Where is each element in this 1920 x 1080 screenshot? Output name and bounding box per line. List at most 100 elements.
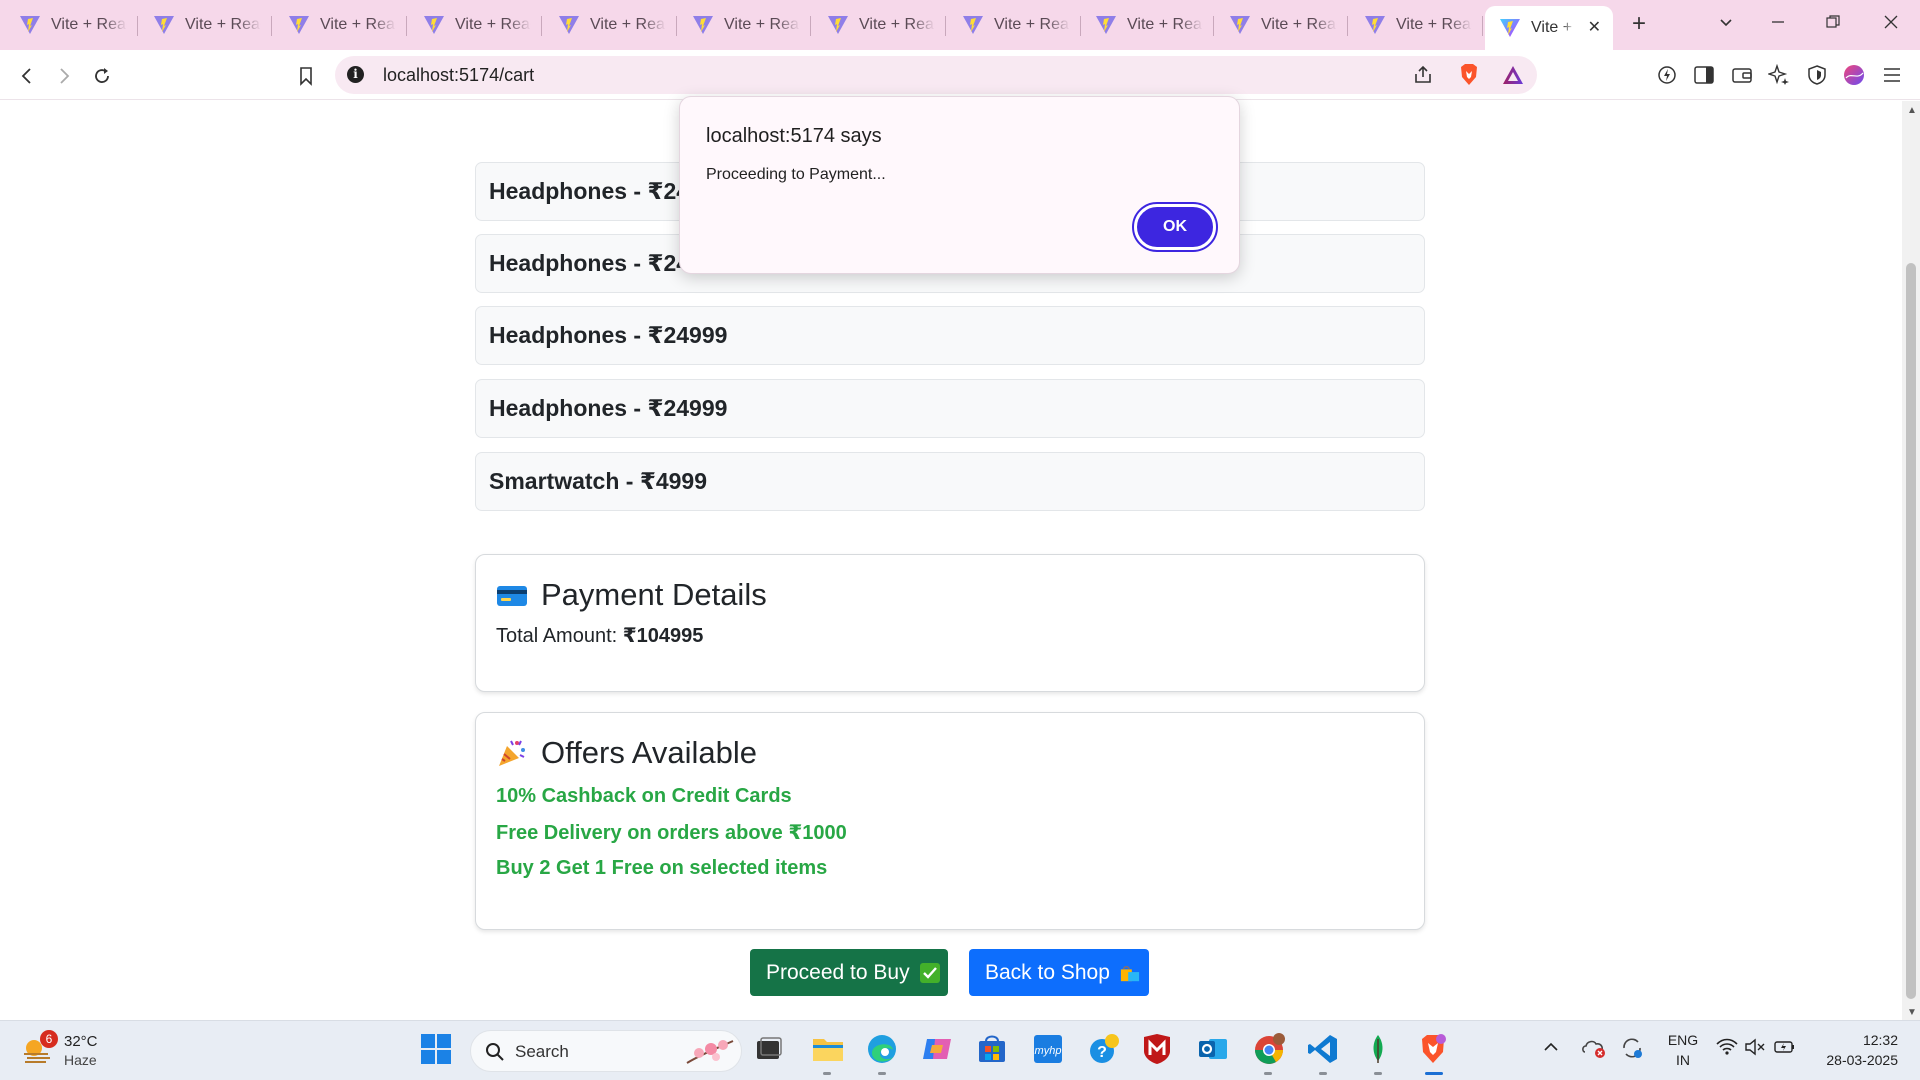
tab[interactable]: Vite + React — [1215, 6, 1348, 44]
ai-sparkle-icon[interactable] — [1767, 63, 1791, 87]
dialog-ok-button[interactable]: OK — [1132, 202, 1218, 252]
input-language-indicator[interactable]: ENG IN — [1666, 1030, 1700, 1070]
tab-separator — [810, 16, 811, 36]
close-tab-icon[interactable]: ✕ — [1588, 17, 1601, 37]
tab[interactable]: Vite + React — [139, 6, 272, 44]
edge-browser-icon[interactable] — [866, 1033, 900, 1075]
scroll-up-arrow-icon[interactable]: ▲ — [1907, 105, 1917, 116]
chrome-icon[interactable] — [1252, 1033, 1286, 1075]
tab[interactable]: Vite + React — [5, 6, 138, 44]
tab-separator — [1213, 16, 1214, 36]
weather-condition: Haze — [64, 1052, 97, 1068]
help-app-icon[interactable]: ? — [1088, 1033, 1122, 1067]
forward-arrow-icon[interactable] — [50, 62, 78, 90]
address-bar[interactable]: i localhost:5174/cart — [335, 56, 1537, 94]
tab[interactable]: Vite + React — [1350, 6, 1483, 44]
mongodb-compass-icon[interactable] — [1362, 1033, 1396, 1075]
main-menu-icon[interactable] — [1880, 63, 1904, 87]
weather-notification-badge: 6 — [40, 1030, 58, 1048]
wifi-icon[interactable] — [1716, 1038, 1738, 1060]
back-to-shop-button[interactable]: Back to Shop — [969, 949, 1149, 996]
brave-rewards-icon[interactable] — [1501, 63, 1525, 87]
tab-title: Vite + React — [51, 16, 127, 33]
new-tab-button[interactable]: + — [1626, 12, 1652, 36]
address-url[interactable]: localhost:5174/cart — [383, 65, 534, 86]
offer-item: 10% Cashback on Credit Cards — [496, 785, 792, 807]
wallet-icon[interactable] — [1730, 63, 1754, 87]
vpn-shield-icon[interactable] — [1805, 63, 1829, 87]
cart-item: Smartwatch - ₹4999 — [475, 452, 1425, 511]
microsoft-store-icon[interactable] — [976, 1033, 1010, 1067]
sync-status-icon[interactable] — [1620, 1036, 1646, 1062]
sidebar-toggle-icon[interactable] — [1692, 63, 1716, 87]
mcafee-icon[interactable] — [1142, 1033, 1176, 1067]
tab-title: Vite + React — [859, 16, 935, 33]
close-window-icon[interactable] — [1878, 12, 1904, 36]
onedrive-error-icon[interactable] — [1581, 1036, 1607, 1062]
taskbar-search[interactable]: Search — [470, 1030, 742, 1072]
outlook-icon[interactable] — [1197, 1033, 1231, 1067]
show-hidden-icons-chevron-icon[interactable] — [1542, 1038, 1564, 1060]
svg-text:myhp: myhp — [1035, 1045, 1062, 1057]
task-view-icon[interactable] — [753, 1033, 787, 1067]
minimize-window-icon[interactable] — [1765, 12, 1791, 36]
brave-browser-icon[interactable] — [1417, 1033, 1451, 1075]
leo-ai-icon[interactable] — [1655, 63, 1679, 87]
tab[interactable]: Vite + React — [409, 6, 542, 44]
payment-details-title: Payment Details — [541, 577, 767, 612]
tab[interactable]: Vite + React — [544, 6, 677, 44]
copilot-icon[interactable] — [921, 1033, 955, 1067]
tab-title: Vite + React — [1127, 16, 1203, 33]
region-code: IN — [1676, 1052, 1690, 1068]
scroll-down-arrow-icon[interactable]: ▼ — [1907, 1007, 1917, 1018]
profile-avatar[interactable] — [1842, 63, 1866, 87]
alert-dialog: localhost:5174 says Proceeding to Paymen… — [679, 96, 1240, 274]
tab[interactable]: Vite + React — [1081, 6, 1214, 44]
vite-logo-icon — [1365, 16, 1385, 34]
credit-card-icon — [496, 579, 528, 611]
scroll-thumb[interactable] — [1906, 263, 1916, 999]
total-amount-value: ₹104995 — [622, 625, 704, 647]
tab-title: Vite + React — [185, 16, 261, 33]
weather-widget[interactable]: 6 32°C Haze — [22, 1030, 112, 1072]
vite-logo-icon — [693, 16, 713, 34]
offers-card: Offers Available 10% Cashback on Credit … — [475, 712, 1425, 930]
tab-separator — [945, 16, 946, 36]
system-clock[interactable]: 12:32 28-03-2025 — [1815, 1030, 1898, 1070]
tab[interactable]: Vite + React — [948, 6, 1081, 44]
vite-logo-icon — [828, 16, 848, 34]
reload-icon[interactable] — [88, 62, 116, 90]
back-arrow-icon[interactable] — [13, 62, 41, 90]
brave-shields-icon[interactable] — [1457, 63, 1481, 87]
tab-search-dropdown-icon[interactable] — [1713, 12, 1739, 36]
proceed-to-buy-label: Proceed to Buy — [766, 960, 910, 984]
share-icon[interactable] — [1411, 63, 1435, 87]
windows-start-icon[interactable] — [420, 1033, 454, 1067]
offer-item: Buy 2 Get 1 Free on selected items — [496, 857, 828, 879]
restore-window-icon[interactable] — [1820, 12, 1846, 36]
bookmark-icon[interactable] — [292, 62, 320, 90]
volume-muted-icon[interactable] — [1744, 1038, 1766, 1060]
site-info-icon[interactable]: i — [347, 66, 364, 83]
tab-title: Vite + React — [1261, 16, 1337, 33]
tab[interactable]: Vite + React — [274, 6, 407, 44]
search-icon — [486, 1043, 504, 1061]
clock-time: 12:32 — [1862, 1032, 1898, 1048]
proceed-to-buy-button[interactable]: Proceed to Buy — [750, 949, 948, 996]
page-scrollbar[interactable]: ▲ ▼ — [1902, 101, 1920, 1020]
tab[interactable]: Vite + React — [678, 6, 811, 44]
tab-strip: Vite + ReactVite + ReactVite + ReactVite… — [0, 0, 1920, 50]
battery-charging-icon[interactable] — [1774, 1038, 1796, 1060]
tab[interactable]: Vite + React — [813, 6, 946, 44]
myhp-icon[interactable]: myhp — [1032, 1033, 1066, 1067]
vite-logo-icon — [963, 16, 983, 34]
vscode-icon[interactable] — [1307, 1033, 1341, 1075]
windows-taskbar: 6 32°C Haze Search myhp ? ENG IN 12:32 2… — [0, 1020, 1920, 1080]
offers-title: Offers Available — [541, 735, 757, 770]
tab-separator — [1347, 16, 1348, 36]
tab-active[interactable]: Vite + React ✕ — [1485, 6, 1613, 50]
file-explorer-icon[interactable] — [811, 1033, 845, 1075]
tab-title: Vite + React — [1396, 16, 1472, 33]
offers-heading: Offers Available — [496, 733, 1404, 773]
weather-temperature: 32°C — [64, 1033, 98, 1050]
